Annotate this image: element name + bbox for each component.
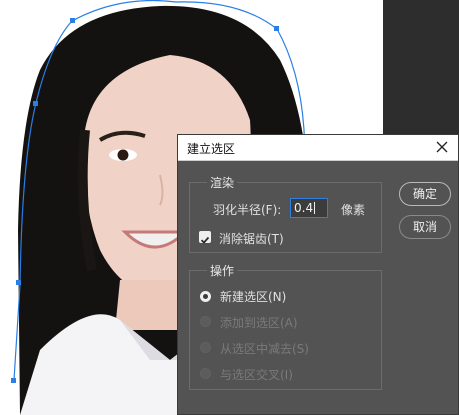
radio-intersect-selection [200,368,211,379]
feather-radius-label: 羽化半径(F): [213,203,282,217]
operation-legend: 操作 [207,262,238,279]
checkmark-icon [200,236,210,244]
antialias-checkbox[interactable] [199,231,211,244]
option-intersect-label: 与选区交叉(I) [220,368,293,382]
make-selection-dialog: 建立选区 渲染 羽化半径(F): 0.4 像素 消除锯齿(T) 操作 新建选区(… [177,134,459,415]
ok-button[interactable]: 确定 [399,182,451,206]
feather-radius-input[interactable]: 0.4 [290,198,328,218]
cancel-button[interactable]: 取消 [399,215,451,239]
feather-unit-label: 像素 [341,203,366,217]
radio-add-to-selection [200,316,211,327]
radio-subtract-from-selection [200,342,211,353]
option-add-to-selection-label: 添加到选区(A) [220,316,298,330]
antialias-label[interactable]: 消除锯齿(T) [219,230,284,247]
feather-radius-value: 0.4 [294,201,314,215]
option-subtract-label: 从选区中减去(S) [220,342,309,356]
option-new-selection-label[interactable]: 新建选区(N) [220,288,286,305]
close-icon[interactable] [432,137,452,157]
dialog-titlebar[interactable]: 建立选区 [178,135,458,161]
rendering-legend: 渲染 [207,174,238,191]
radio-new-selection[interactable] [200,291,211,302]
dialog-title: 建立选区 [187,142,236,156]
